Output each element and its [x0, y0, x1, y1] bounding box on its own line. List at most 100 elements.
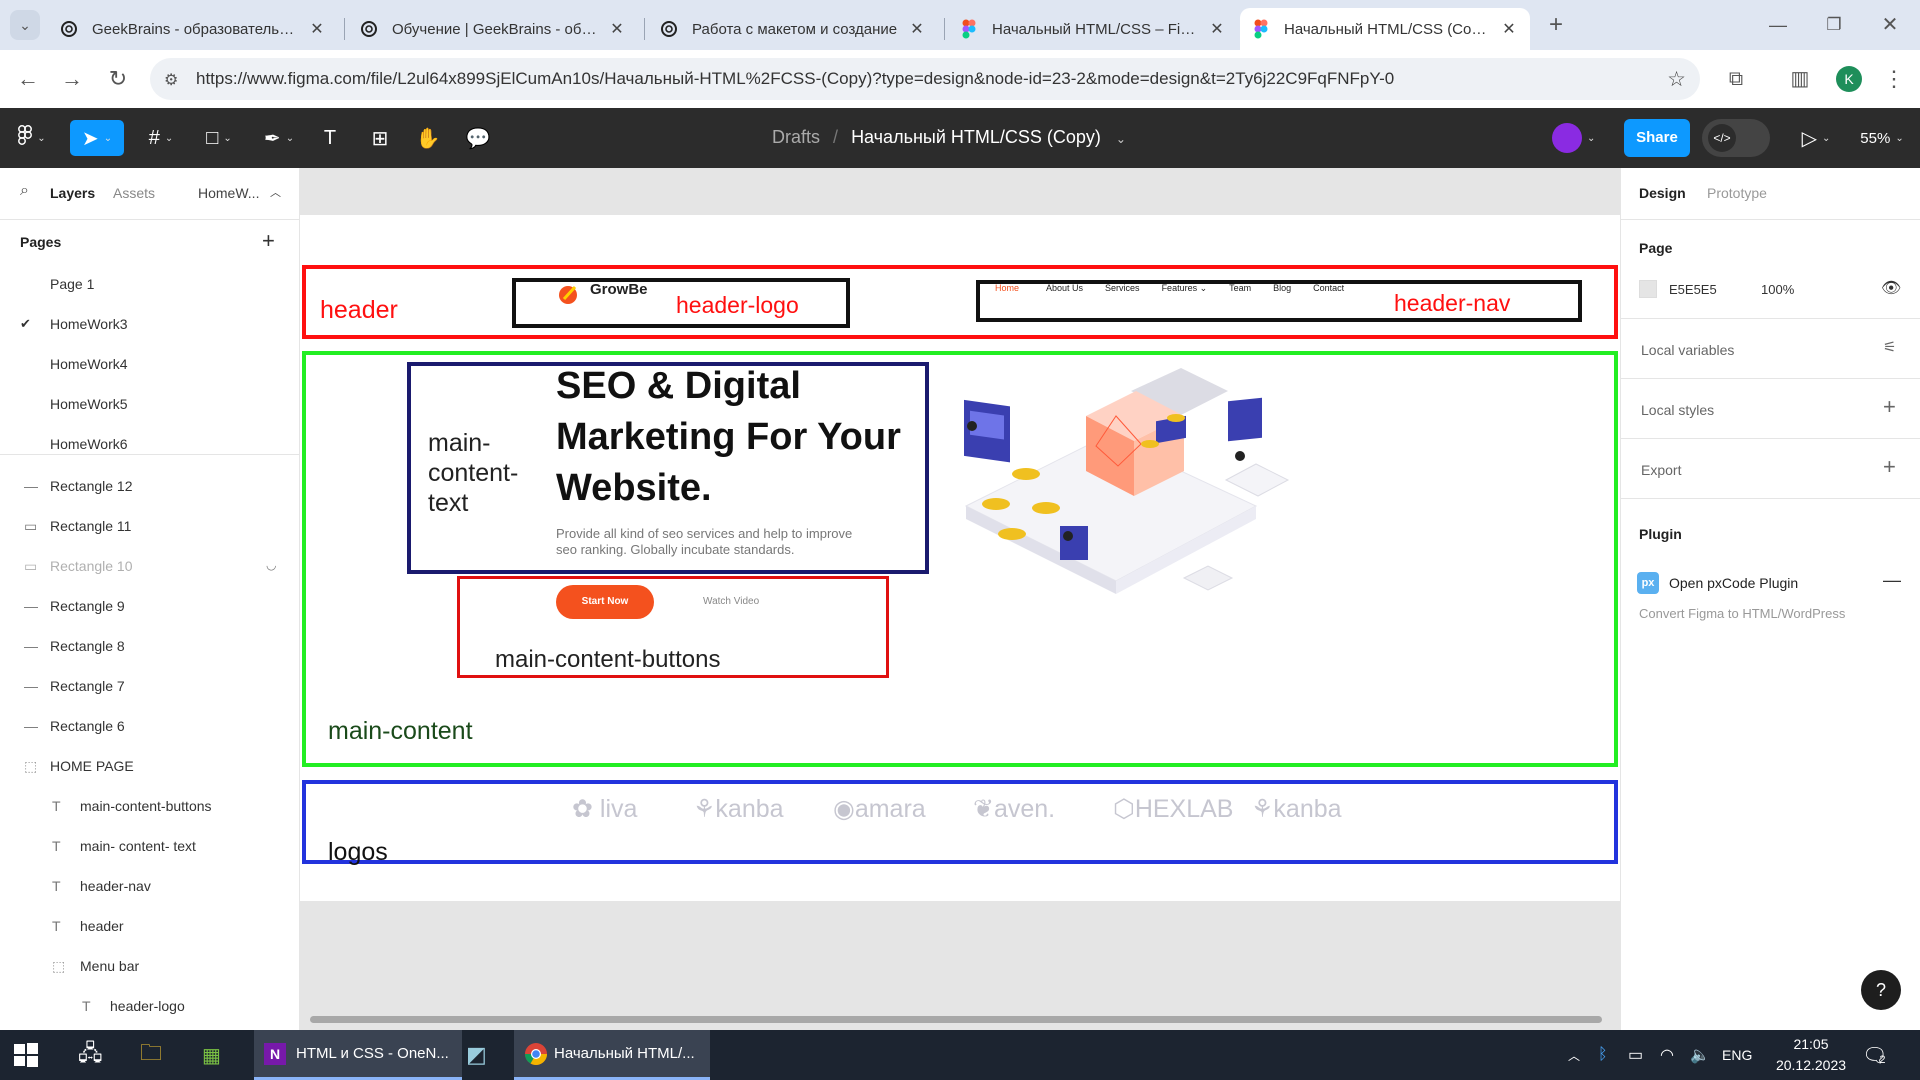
pen-tool[interactable]: ✒ ⌄ — [256, 120, 302, 156]
page-item[interactable]: HomeWork6 — [0, 425, 300, 463]
tab-layers[interactable]: Layers — [50, 185, 95, 201]
taskbar-onenote[interactable]: N HTML и CSS - OneN... — [254, 1030, 462, 1080]
page-item[interactable]: HomeWork4 — [0, 345, 300, 383]
page-selector[interactable]: HomeW... — [198, 185, 259, 201]
layer-item[interactable]: ⬚ Menu bar — [0, 947, 300, 985]
tab-design[interactable]: Design — [1639, 185, 1686, 201]
add-page-icon[interactable]: + — [262, 228, 275, 254]
bluetooth-icon[interactable]: ᛒ — [1598, 1030, 1618, 1080]
layer-item[interactable]: ▭ Rectangle 11 — [0, 507, 300, 545]
start-now-button[interactable]: Start Now — [556, 585, 654, 619]
layer-item[interactable]: ⬚ HOME PAGE — [0, 747, 300, 785]
nav-home[interactable]: Home — [995, 283, 1019, 294]
layer-item-hidden[interactable]: ▭ Rectangle 10 ◡ — [0, 547, 300, 585]
side-panel-icon[interactable]: ▥ — [1786, 65, 1814, 93]
chrome-menu-icon[interactable]: ⋮ — [1880, 65, 1908, 93]
page-opacity-value[interactable]: 100% — [1761, 282, 1794, 297]
browser-tab-1[interactable]: GeekBrains - образовательный ✕ — [48, 8, 338, 50]
maximize-button[interactable]: ❐ — [1820, 11, 1848, 39]
volume-icon[interactable]: 🔈 — [1690, 1030, 1712, 1080]
file-name[interactable]: Начальный HTML/CSS (Copy) — [851, 127, 1101, 147]
add-style-icon[interactable]: + — [1883, 394, 1896, 420]
help-button[interactable]: ? — [1861, 970, 1901, 1010]
breadcrumb-drafts[interactable]: Drafts — [772, 127, 820, 147]
page-item[interactable]: HomeWork5 — [0, 385, 300, 423]
page-color-value[interactable]: E5E5E5 — [1669, 282, 1717, 297]
tab-prototype[interactable]: Prototype — [1707, 185, 1767, 201]
minimize-button[interactable]: — — [1764, 11, 1792, 39]
language-indicator[interactable]: ENG — [1722, 1030, 1762, 1080]
layer-item[interactable]: — Rectangle 9 — [0, 587, 300, 625]
close-icon[interactable]: ✕ — [1500, 19, 1518, 39]
back-icon[interactable]: ← — [14, 65, 42, 93]
tab-search-button[interactable]: ⌄ — [10, 10, 40, 40]
notes-app-icon[interactable]: ◩ — [466, 1030, 506, 1080]
forward-icon[interactable]: → — [58, 65, 86, 93]
comment-tool[interactable]: 💬 — [464, 120, 492, 156]
layer-item[interactable]: Theader — [0, 907, 300, 945]
layer-item[interactable]: — Rectangle 12 — [0, 467, 300, 505]
profile-avatar[interactable]: K — [1836, 66, 1862, 92]
reload-icon[interactable]: ↻ — [104, 65, 132, 93]
battery-icon[interactable]: ▭ — [1628, 1030, 1650, 1080]
share-button[interactable]: Share — [1624, 119, 1690, 157]
eye-icon[interactable]: 👁 — [1881, 278, 1901, 298]
present-button[interactable]: ▷ ⌄ — [1794, 120, 1838, 156]
plugin-name[interactable]: Open pxCode Plugin — [1669, 575, 1798, 591]
nav-team[interactable]: Team — [1229, 283, 1251, 294]
url-text[interactable]: https://www.figma.com/file/L2ul64x899SjE… — [196, 69, 1394, 89]
window-close-button[interactable]: ✕ — [1876, 11, 1904, 39]
move-tool[interactable]: ➤ ⌄ — [70, 120, 124, 156]
layer-item[interactable]: Theader-nav — [0, 867, 300, 905]
close-icon[interactable]: ✕ — [908, 19, 926, 39]
nav-features[interactable]: Features ⌄ — [1162, 283, 1208, 294]
page-item[interactable]: Page 1 — [0, 265, 300, 303]
layer-item[interactable]: — Rectangle 8 — [0, 627, 300, 665]
show-hidden-icons[interactable]: ︿ — [1568, 1030, 1588, 1080]
layer-item[interactable]: Theader-logo — [0, 987, 300, 1025]
nav-blog[interactable]: Blog — [1273, 283, 1291, 294]
wifi-icon[interactable]: ◠ — [1660, 1030, 1682, 1080]
canvas-horizontal-scrollbar[interactable] — [310, 1016, 1602, 1023]
dev-mode-toggle[interactable]: </> — [1702, 119, 1770, 157]
hand-tool[interactable]: ✋ — [414, 120, 442, 156]
notifications-button[interactable]: 🗨 2 — [1862, 1030, 1902, 1080]
browser-tab-2[interactable]: Обучение | GeekBrains - образ ✕ — [348, 8, 638, 50]
resources-tool[interactable]: ⊞ — [366, 120, 394, 156]
export-label[interactable]: Export — [1641, 462, 1681, 478]
layer-item[interactable]: — Rectangle 6 — [0, 707, 300, 745]
chevron-up-icon[interactable]: ︿ — [270, 184, 281, 200]
site-settings-icon[interactable]: ⚙ — [164, 70, 178, 90]
taskbar-chrome[interactable]: Начальный HTML/... — [514, 1030, 710, 1080]
layer-item[interactable]: Tmain- content- text — [0, 827, 300, 865]
new-tab-button[interactable]: + — [1542, 11, 1570, 39]
watch-video-button[interactable]: Watch Video — [703, 596, 759, 607]
calculator-app-icon[interactable]: ▦ — [202, 1030, 232, 1080]
clock[interactable]: 21:05 20.12.2023 — [1768, 1034, 1854, 1076]
close-icon[interactable]: ✕ — [308, 19, 326, 39]
nav-contact[interactable]: Contact — [1313, 283, 1344, 294]
browser-tab-4[interactable]: Начальный HTML/CSS – Figma ✕ — [948, 8, 1238, 50]
page-color-swatch[interactable] — [1639, 280, 1657, 298]
frame-tool[interactable]: # ⌄ — [138, 120, 184, 156]
shape-tool[interactable]: □ ⌄ — [196, 120, 242, 156]
start-button[interactable] — [14, 1030, 44, 1080]
design-canvas[interactable]: header GrowBe header-logo Home About Us … — [300, 168, 1620, 1030]
layer-item[interactable]: Tmain-content-buttons — [0, 787, 300, 825]
layer-item[interactable]: — Rectangle 7 — [0, 667, 300, 705]
local-variables-label[interactable]: Local variables — [1641, 342, 1734, 358]
search-icon[interactable]: ⌕ — [20, 182, 29, 200]
remove-plugin-icon[interactable]: — — [1883, 570, 1901, 591]
add-export-icon[interactable]: + — [1883, 454, 1896, 480]
extensions-icon[interactable]: ⧉ — [1722, 65, 1750, 93]
close-icon[interactable]: ✕ — [1208, 19, 1226, 39]
file-explorer-icon[interactable]: 🗀 — [140, 1030, 170, 1080]
variables-icon[interactable]: ⚟ — [1883, 338, 1896, 356]
nav-services[interactable]: Services — [1105, 283, 1140, 294]
bookmark-star-icon[interactable]: ☆ — [1667, 67, 1686, 92]
page-item-current[interactable]: ✔ HomeWork3 — [0, 305, 300, 343]
tab-assets[interactable]: Assets — [113, 185, 155, 201]
figma-main-menu[interactable]: ⌄ — [10, 120, 54, 156]
eye-closed-icon[interactable]: ◡ — [266, 558, 276, 572]
close-icon[interactable]: ✕ — [608, 19, 626, 39]
